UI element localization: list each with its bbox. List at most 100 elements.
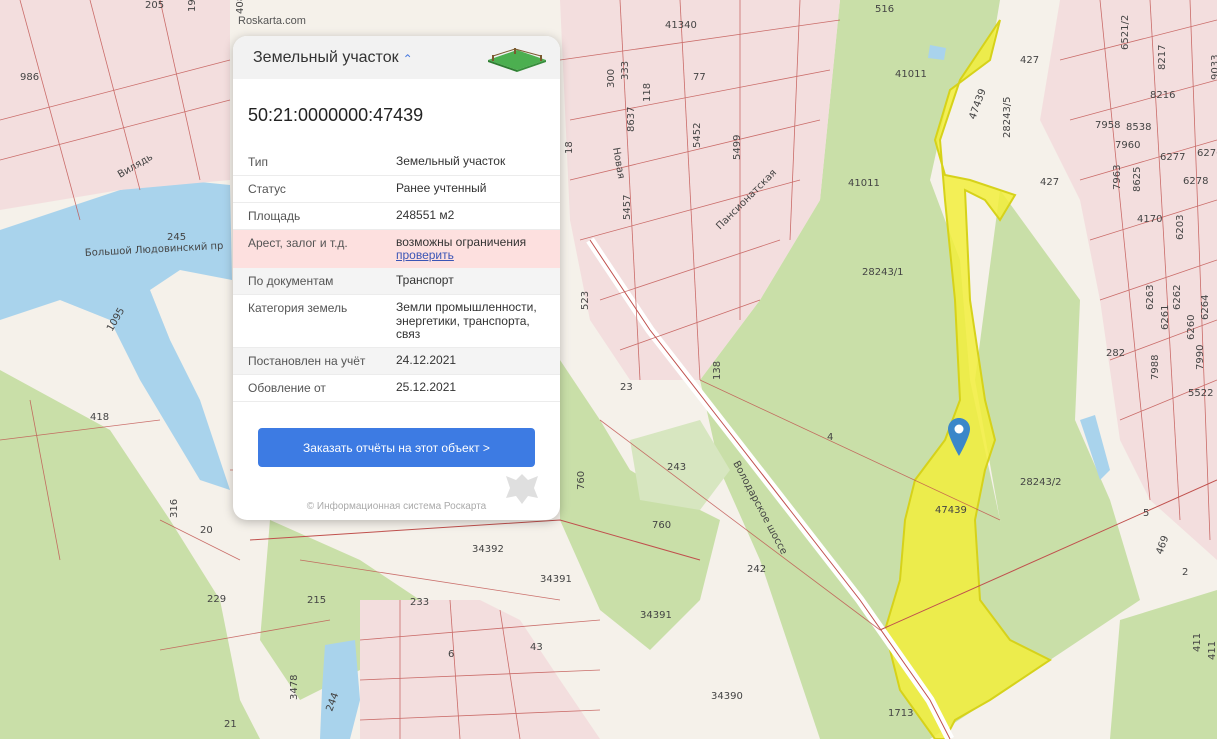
- map-label: 6203: [1175, 215, 1186, 240]
- map-label: 4170: [1137, 214, 1162, 225]
- property-key: Обовление от: [248, 380, 326, 395]
- property-row-encumbrance: Арест, залог и т.д. возможны ограничения…: [233, 230, 560, 269]
- panel-header[interactable]: Земельный участок ⌃: [233, 36, 560, 79]
- land-plot-icon: [488, 48, 546, 72]
- map-label: 5499: [732, 135, 743, 160]
- map-label: 6261: [1160, 305, 1171, 330]
- map-label: 20: [200, 525, 213, 536]
- map-label: 195: [187, 0, 198, 12]
- cadastral-number: 50:21:0000000:47439: [248, 105, 424, 125]
- map-label: 28243/2: [1020, 477, 1062, 488]
- site-logo-text[interactable]: Roskarta.com: [238, 15, 306, 27]
- property-value: 248551 м2: [396, 208, 455, 222]
- map-label: 7958: [1095, 120, 1120, 131]
- map-label: 1713: [888, 708, 913, 719]
- urban-area: [0, 0, 230, 210]
- map-label: 6277: [1160, 152, 1185, 163]
- map-label: 427: [1020, 55, 1039, 66]
- map-label: 986: [20, 72, 39, 83]
- map-label: 8216: [1150, 90, 1175, 101]
- map-label: 5452: [692, 123, 703, 148]
- map-label: 523: [580, 291, 591, 310]
- property-value: Земельный участок: [396, 154, 506, 168]
- property-key: Тип: [248, 155, 269, 169]
- map-label: 34392: [472, 544, 504, 555]
- map-label: 77: [693, 72, 706, 83]
- map-label: 205: [145, 0, 164, 11]
- map-label: 215: [307, 595, 326, 606]
- property-value: Ранее учтенный: [396, 181, 487, 195]
- map-label: 6276: [1197, 148, 1217, 159]
- map-label: 516: [875, 4, 894, 15]
- map-label: 411: [1207, 641, 1217, 660]
- map-label: 43: [530, 642, 543, 653]
- property-row-type: Тип Земельный участок: [233, 149, 560, 176]
- property-row-area: Площадь 248551 м2: [233, 203, 560, 230]
- check-encumbrance-link[interactable]: проверить: [396, 248, 454, 262]
- property-value: 25.12.2021: [396, 379, 457, 394]
- property-table: Тип Земельный участок Статус Ранее учтен…: [233, 149, 560, 402]
- map-label: 5522: [1188, 388, 1213, 399]
- map-label: 233: [410, 597, 429, 608]
- map-label: 7960: [1115, 140, 1140, 151]
- map-label: 28243/1: [862, 267, 904, 278]
- map-label: 118: [642, 83, 653, 102]
- map-label: 242: [747, 564, 766, 575]
- map-label: 9033: [1210, 55, 1217, 80]
- property-key: Постановлен на учёт: [248, 353, 366, 368]
- map-label: 5: [1143, 508, 1149, 519]
- map-label: 245: [167, 232, 186, 243]
- map-label: 229: [207, 594, 226, 605]
- map-label: 4: [827, 432, 833, 443]
- map-label: 7988: [1150, 355, 1161, 380]
- property-value: 24.12.2021: [396, 352, 457, 367]
- map-label: 28243/5: [1002, 96, 1013, 138]
- map-label: 2: [1182, 567, 1188, 578]
- property-key: Арест, залог и т.д.: [248, 236, 348, 250]
- map-label: 47439: [935, 505, 967, 516]
- property-value: Земли промышленности, энергетики, трансп…: [396, 300, 537, 341]
- cadastral-map[interactable]: 98620519540846/1413405166521/28217903342…: [0, 0, 1217, 739]
- map-label: 41011: [895, 69, 927, 80]
- map-label: 418: [90, 412, 109, 423]
- map-label: 8217: [1157, 45, 1168, 70]
- map-marker-icon[interactable]: [948, 418, 970, 456]
- chevron-up-icon[interactable]: ⌃: [403, 52, 413, 66]
- map-label: 316: [169, 499, 180, 518]
- map-label: 6521/2: [1120, 15, 1131, 50]
- map-label: 6264: [1200, 295, 1211, 320]
- property-row-documents: По документам Транспорт: [233, 268, 560, 296]
- map-label: 8637: [626, 107, 637, 132]
- map-label: 6: [448, 649, 454, 660]
- order-reports-button[interactable]: Заказать отчёты на этот объект >: [258, 428, 535, 467]
- property-value: Транспорт: [396, 273, 454, 288]
- map-label: 6260: [1186, 315, 1197, 340]
- panel-title: Земельный участок: [253, 48, 399, 66]
- property-row-status: Статус Ранее учтенный: [233, 176, 560, 203]
- panel-footer: © Информационная система Роскарта: [306, 501, 487, 512]
- map-label: 41340: [665, 20, 697, 31]
- map-label: 34391: [640, 610, 672, 621]
- map-label: 40846/1: [235, 0, 246, 14]
- map-label: 427: [1040, 177, 1059, 188]
- map-label: 18: [564, 141, 575, 154]
- map-label: 760: [576, 471, 587, 490]
- property-key: Статус: [248, 182, 286, 196]
- map-label: 41011: [848, 178, 880, 189]
- map-label: 300: [606, 69, 617, 88]
- map-label: 3478: [289, 675, 300, 700]
- map-label: 6262: [1172, 285, 1183, 310]
- map-label: 138: [712, 361, 723, 380]
- map-label: 21: [224, 719, 237, 730]
- map-label: 243: [667, 462, 686, 473]
- map-label: 8538: [1126, 122, 1151, 133]
- map-label: 6278: [1183, 176, 1208, 187]
- property-row-updated: Обовление от 25.12.2021: [233, 375, 560, 402]
- map-label: 6263: [1145, 285, 1156, 310]
- map-label: 23: [620, 382, 633, 393]
- map-label: 7990: [1195, 345, 1206, 370]
- map-label: 7963: [1112, 165, 1123, 190]
- map-label: 34390: [711, 691, 743, 702]
- map-label: 34391: [540, 574, 572, 585]
- property-key: Площадь: [248, 209, 301, 223]
